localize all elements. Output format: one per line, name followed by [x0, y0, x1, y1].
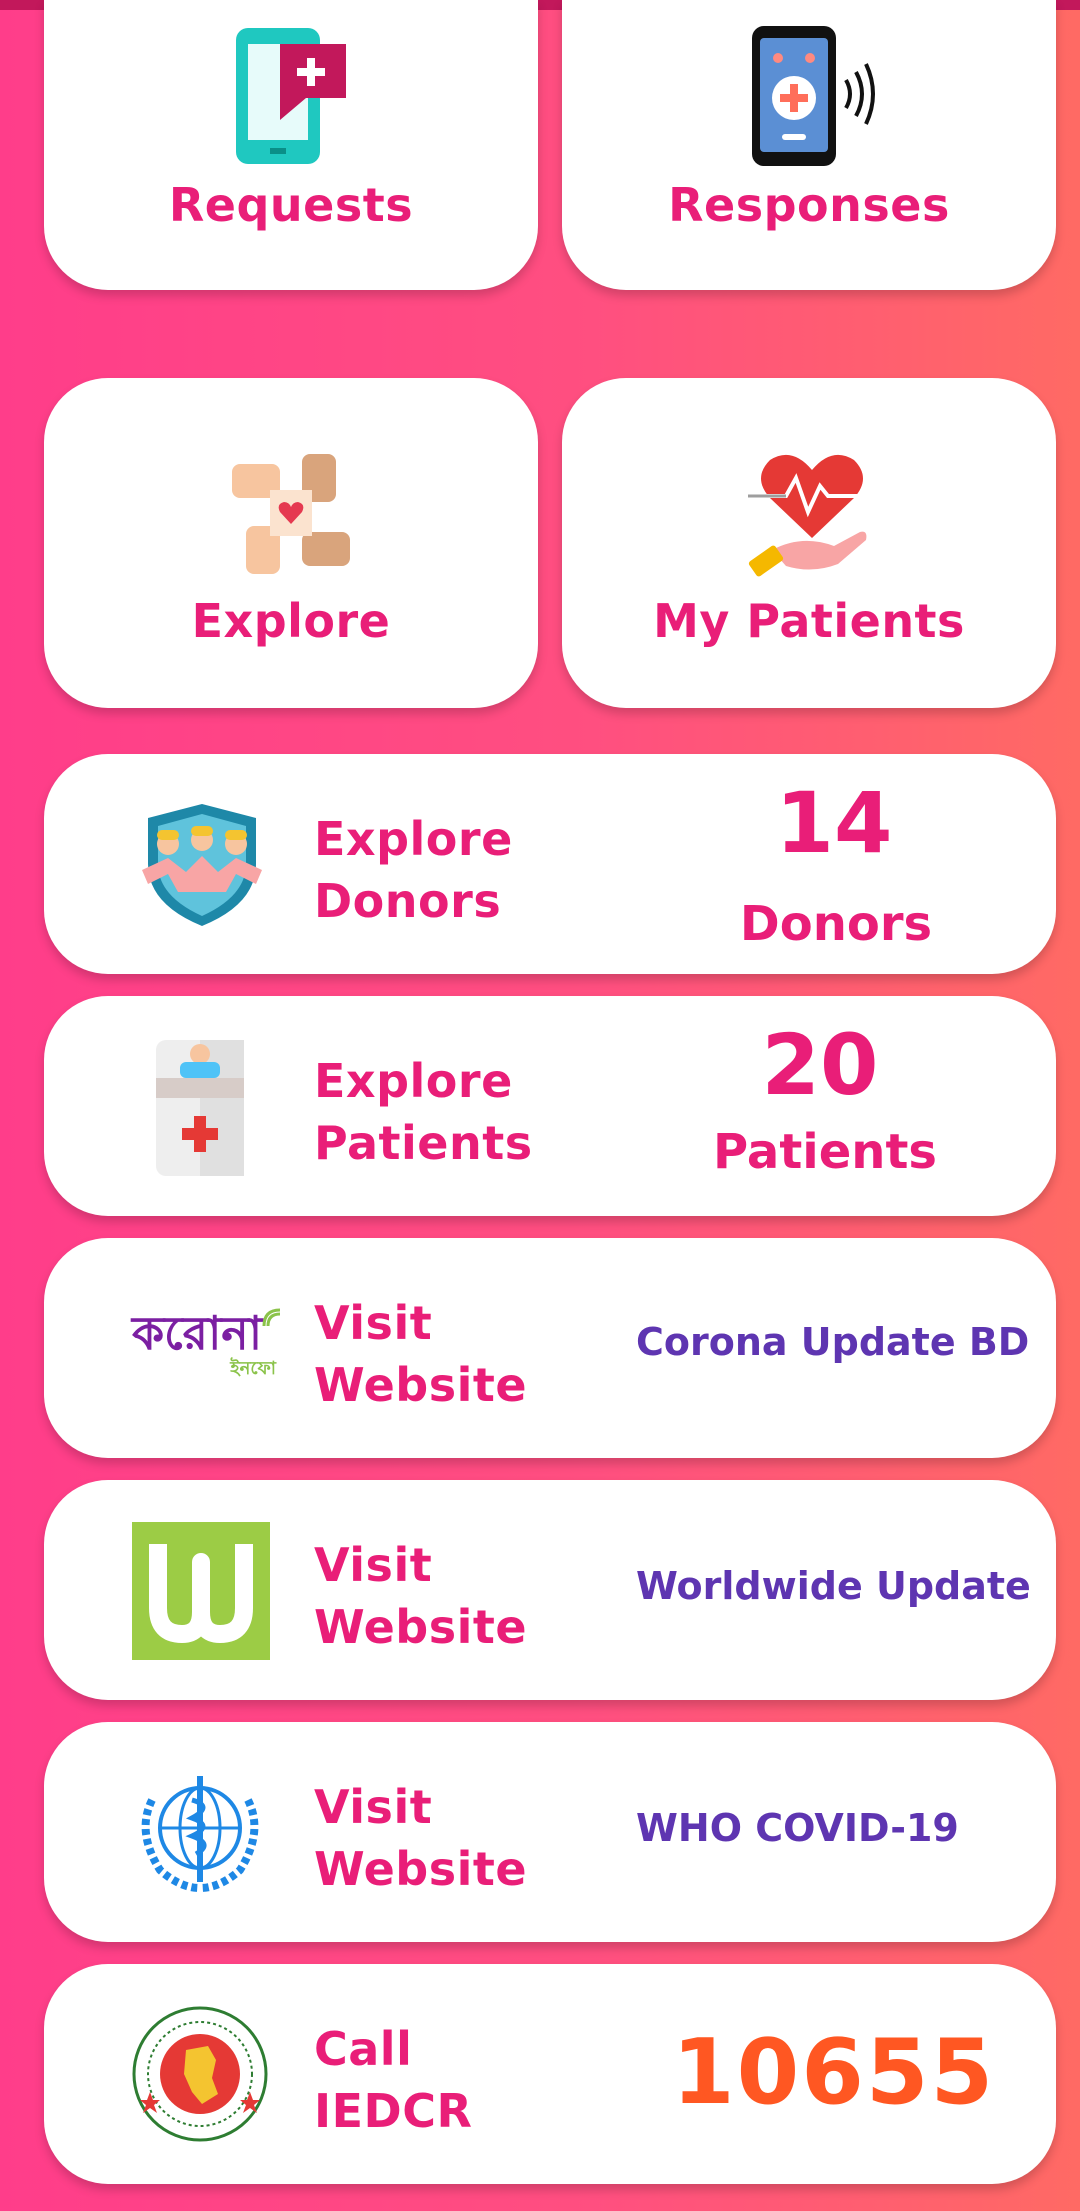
worldwide-visit-line1: Visit	[314, 1538, 433, 1592]
explore-patients-line2: Patients	[314, 1116, 533, 1170]
corona-visit-text: Visit Website	[314, 1292, 527, 1416]
explore-tile[interactable]: Explore	[44, 378, 538, 708]
requests-label: Requests	[168, 178, 414, 232]
corona-update-bd-card[interactable]: করোনা ইনফো Visit Website Corona Update B…	[44, 1238, 1056, 1458]
explore-patients-text: Explore Patients	[314, 1050, 533, 1174]
call-iedcr-card[interactable]: Call IEDCR 10655	[44, 1964, 1056, 2184]
explore-donors-card[interactable]: Explore Donors 14 Donors	[44, 754, 1056, 974]
patient-bed-icon	[154, 1038, 246, 1178]
corona-visit-line1: Visit	[314, 1296, 433, 1350]
responses-tile[interactable]: Responses	[562, 0, 1056, 290]
worldwide-update-card[interactable]: Visit Website Worldwide Update	[44, 1480, 1056, 1700]
who-emblem-icon	[130, 1770, 270, 1894]
worldwide-visit-text: Visit Website	[314, 1534, 527, 1658]
who-covid-link[interactable]: WHO COVID-19	[636, 1806, 959, 1850]
request-phone-icon	[234, 24, 354, 168]
who-visit-text: Visit Website	[314, 1776, 527, 1900]
call-line2: IEDCR	[314, 2084, 473, 2138]
explore-patients-card[interactable]: Explore Patients 20 Patients	[44, 996, 1056, 1216]
corona-info-logo-text: করোনা	[132, 1306, 263, 1360]
who-visit-line1: Visit	[314, 1780, 433, 1834]
signal-icon	[262, 1308, 282, 1328]
donors-shield-icon	[138, 800, 266, 930]
corona-update-bd-link[interactable]: Corona Update BD	[636, 1320, 1029, 1364]
donor-count: 14	[775, 774, 893, 872]
heart-in-hand-icon	[742, 448, 882, 584]
corona-info-logo-sub: ইনফো	[230, 1358, 276, 1379]
worldwide-visit-line2: Website	[314, 1600, 528, 1654]
explore-donors-line2: Donors	[314, 874, 502, 928]
corona-visit-line2: Website	[314, 1358, 528, 1412]
corona-info-logo: করোনা ইনফো	[132, 1308, 282, 1390]
explore-donors-line1: Explore	[314, 812, 513, 866]
patient-unit: Patients	[713, 1124, 937, 1180]
requests-tile[interactable]: Requests	[44, 0, 538, 290]
who-visit-line2: Website	[314, 1842, 528, 1896]
my-patients-label: My Patients	[653, 594, 965, 648]
bangladesh-gov-seal-icon	[130, 2004, 270, 2144]
call-line1: Call	[314, 2022, 413, 2076]
explore-donors-text: Explore Donors	[314, 808, 513, 932]
worldwide-update-link[interactable]: Worldwide Update	[636, 1564, 1031, 1608]
explore-label: Explore	[191, 594, 391, 648]
responding-phone-icon	[748, 24, 878, 168]
donor-unit: Donors	[739, 896, 933, 952]
my-patients-tile[interactable]: My Patients	[562, 378, 1056, 708]
responses-label: Responses	[668, 178, 950, 232]
patient-count: 20	[761, 1016, 879, 1114]
call-iedcr-text: Call IEDCR	[314, 2018, 472, 2142]
joined-hands-icon	[226, 450, 356, 580]
who-covid-card[interactable]: Visit Website WHO COVID-19	[44, 1722, 1056, 1942]
explore-patients-line1: Explore	[314, 1054, 513, 1108]
worldometer-logo	[132, 1522, 270, 1660]
hotline-number[interactable]: 10655	[672, 2020, 995, 2125]
